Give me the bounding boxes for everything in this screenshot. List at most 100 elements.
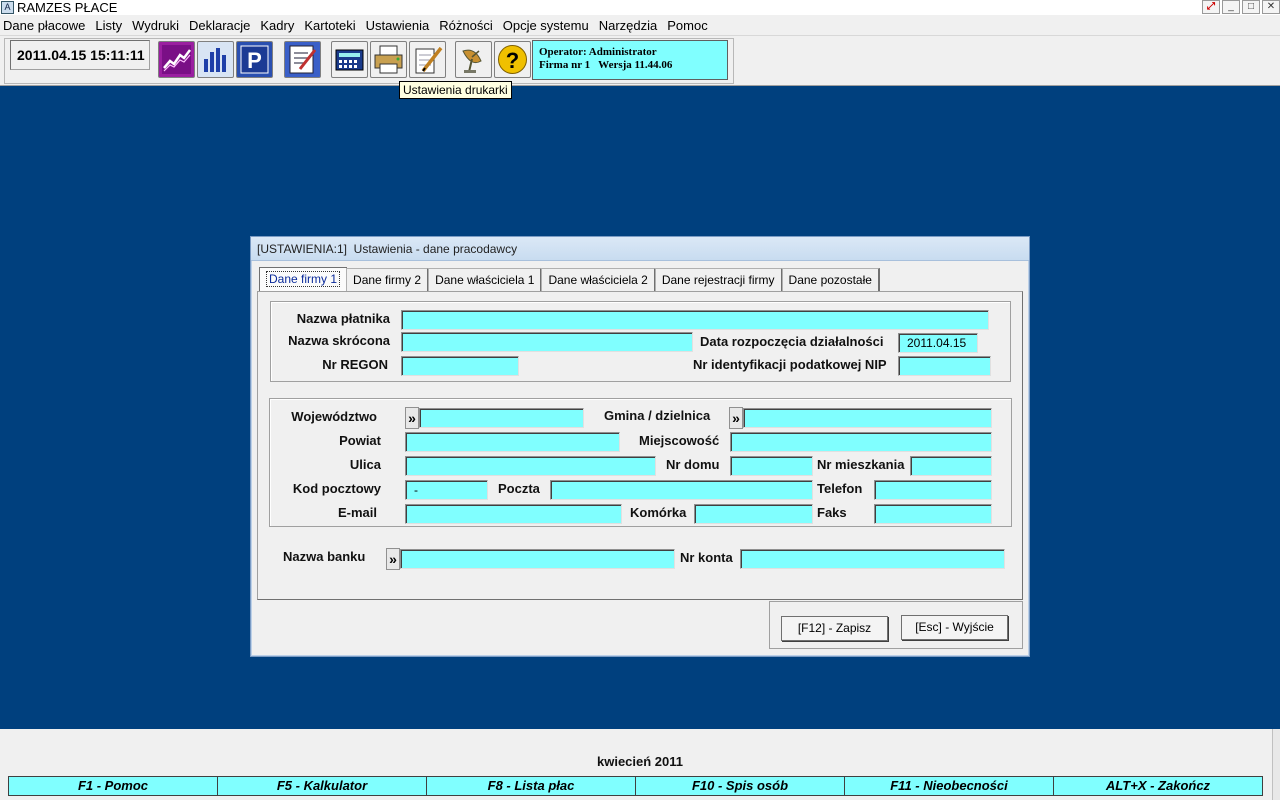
nazwa-platnika-field[interactable] [401, 310, 989, 330]
current-period: kwiecień 2011 [596, 754, 683, 769]
kod-pocztowy-field[interactable]: - [405, 480, 488, 500]
calculator-icon[interactable] [331, 41, 368, 78]
nip-field[interactable] [898, 356, 991, 376]
menu-kadry[interactable]: Kadry [257, 18, 301, 33]
tab-dane-rejestracji-firmy[interactable]: Dane rejestracji firmy [654, 268, 783, 291]
printer-icon[interactable] [370, 41, 407, 78]
satellite-dish-icon[interactable] [455, 41, 492, 78]
powiat-label: Powiat [339, 433, 381, 448]
bar-chart-icon[interactable] [197, 41, 234, 78]
telefon-label: Telefon [817, 481, 863, 496]
menu-kartoteki[interactable]: Kartoteki [301, 18, 362, 33]
powiat-field[interactable] [405, 432, 620, 452]
nazwa-banku-field[interactable] [400, 549, 675, 569]
f11-absences-key[interactable]: F11 - Nieobecności [844, 776, 1054, 796]
kod-pocztowy-label: Kod pocztowy [292, 481, 381, 496]
alt-x-exit-key[interactable]: ALT+X - Zakończ [1053, 776, 1263, 796]
menu-narzedzia[interactable]: Narzędzia [596, 18, 665, 33]
nr-domu-label: Nr domu [666, 457, 720, 472]
data-rozpoczecia-label: Data rozpoczęcia działalności [700, 334, 884, 349]
tab-dane-firmy-1[interactable]: Dane firmy 1 [259, 267, 348, 291]
menu-roznosci[interactable]: Różności [436, 18, 499, 33]
miejscowosc-field[interactable] [730, 432, 992, 452]
edit-document-icon[interactable] [284, 41, 321, 78]
p-letter-icon[interactable]: P [236, 41, 273, 78]
poczta-label: Poczta [498, 481, 540, 496]
email-field[interactable] [405, 504, 622, 524]
dialog-title: [USTAWIENIA:1] Ustawienia - dane pracoda… [251, 237, 1029, 261]
right-edge-scrollbar[interactable] [1272, 729, 1280, 800]
menu-pomoc[interactable]: Pomoc [664, 18, 714, 33]
menu-bar: Dane płacowe Listy Wydruki Deklaracje Ka… [0, 15, 1280, 36]
f8-payroll-list-key[interactable]: F8 - Lista płac [426, 776, 636, 796]
poczta-field[interactable] [550, 480, 813, 500]
notebook-icon[interactable] [409, 41, 446, 78]
faks-label: Faks [817, 505, 847, 520]
nazwa-banku-label: Nazwa banku [283, 549, 366, 564]
f10-people-list-key[interactable]: F10 - Spis osób [635, 776, 845, 796]
tab-dane-firmy-2[interactable]: Dane firmy 2 [346, 268, 430, 291]
tab-dane-pozostale[interactable]: Dane pozostałe [781, 268, 880, 291]
function-key-bar: F1 - Pomoc F5 - Kalkulator F8 - Lista pł… [8, 776, 1263, 796]
wojewodztwo-label: Województwo [291, 409, 377, 424]
datetime-display: 2011.04.15 15:11:11 [10, 40, 150, 70]
nr-konta-field[interactable] [740, 549, 1005, 569]
save-button[interactable]: [F12] - Zapisz [781, 616, 888, 641]
faks-field[interactable] [874, 504, 992, 524]
help-icon[interactable]: ? [494, 41, 531, 78]
restore-icon[interactable]: ⤢ [1202, 0, 1220, 14]
company-version-line: Firma nr 1 Wersja 11.44.06 [539, 59, 673, 71]
tab-label: Dane firmy 1 [266, 271, 341, 287]
f5-calculator-key[interactable]: F5 - Kalkulator [217, 776, 427, 796]
close-button[interactable]: ✕ [1262, 0, 1280, 14]
tab-dane-wlasciciela-2[interactable]: Dane właściciela 2 [541, 268, 656, 291]
nr-domu-field[interactable] [730, 456, 813, 476]
menu-deklaracje[interactable]: Deklaracje [186, 18, 257, 33]
komorka-label: Komórka [630, 505, 687, 520]
tab-dane-wlasciciela-1[interactable]: Dane właściciela 1 [428, 268, 543, 291]
minimize-button[interactable]: _ [1222, 0, 1240, 14]
title-bar: A RAMZES PŁACE ⤢ _ □ ✕ [0, 0, 1280, 15]
ulica-field[interactable] [405, 456, 656, 476]
wojewodztwo-field[interactable] [419, 408, 584, 428]
app-icon: A [1, 1, 14, 14]
maximize-button[interactable]: □ [1242, 0, 1260, 14]
operator-info: Operator: Administrator Firma nr 1 Wersj… [532, 40, 728, 80]
status-area: kwiecień 2011 F1 - Pomoc F5 - Kalkulator… [0, 729, 1280, 800]
menu-opcje-systemu[interactable]: Opcje systemu [500, 18, 596, 33]
tab-content: Nazwa płatnika Nazwa skrócona Data rozpo… [257, 291, 1023, 600]
nr-konta-label: Nr konta [680, 550, 733, 565]
window-controls: ⤢ _ □ ✕ [1200, 0, 1280, 14]
menu-dane-placowe[interactable]: Dane płacowe [0, 18, 92, 33]
nr-regon-field[interactable] [401, 356, 519, 376]
nazwa-skrocona-label: Nazwa skrócona [288, 333, 390, 348]
operator-line: Operator: Administrator [539, 46, 657, 58]
email-label: E-mail [337, 505, 377, 520]
komorka-field[interactable] [694, 504, 813, 524]
nr-regon-label: Nr REGON [322, 357, 388, 372]
settings-dialog: [USTAWIENIA:1] Ustawienia - dane pracoda… [250, 236, 1030, 657]
window-title: RAMZES PŁACE [17, 0, 118, 15]
tab-strip: Dane firmy 1 Dane firmy 2 Dane właścicie… [259, 265, 880, 291]
nr-mieszkania-label: Nr mieszkania [817, 457, 905, 472]
gmina-selector-button[interactable]: » [729, 407, 743, 429]
svg-text:?: ? [506, 48, 519, 73]
gmina-label: Gmina / dzielnica [604, 408, 711, 423]
data-rozpoczecia-field[interactable]: 2011.04.15 [898, 333, 978, 353]
nip-label: Nr identyfikacji podatkowej NIP [693, 357, 887, 372]
gmina-field[interactable] [743, 408, 992, 428]
svg-text:P: P [247, 48, 262, 73]
nr-mieszkania-field[interactable] [910, 456, 992, 476]
f1-help-key[interactable]: F1 - Pomoc [8, 776, 218, 796]
nazwa-skrocona-field[interactable] [401, 332, 693, 352]
nazwa-platnika-label: Nazwa płatnika [296, 311, 390, 326]
telefon-field[interactable] [874, 480, 992, 500]
menu-ustawienia[interactable]: Ustawienia [363, 18, 437, 33]
exit-button[interactable]: [Esc] - Wyjście [901, 615, 1008, 640]
menu-listy[interactable]: Listy [92, 18, 129, 33]
miejscowosc-label: Miejscowość [639, 433, 720, 448]
wojewodztwo-selector-button[interactable]: » [405, 407, 419, 429]
menu-wydruki[interactable]: Wydruki [129, 18, 186, 33]
bank-selector-button[interactable]: » [386, 548, 400, 570]
chart-line-icon[interactable] [158, 41, 195, 78]
